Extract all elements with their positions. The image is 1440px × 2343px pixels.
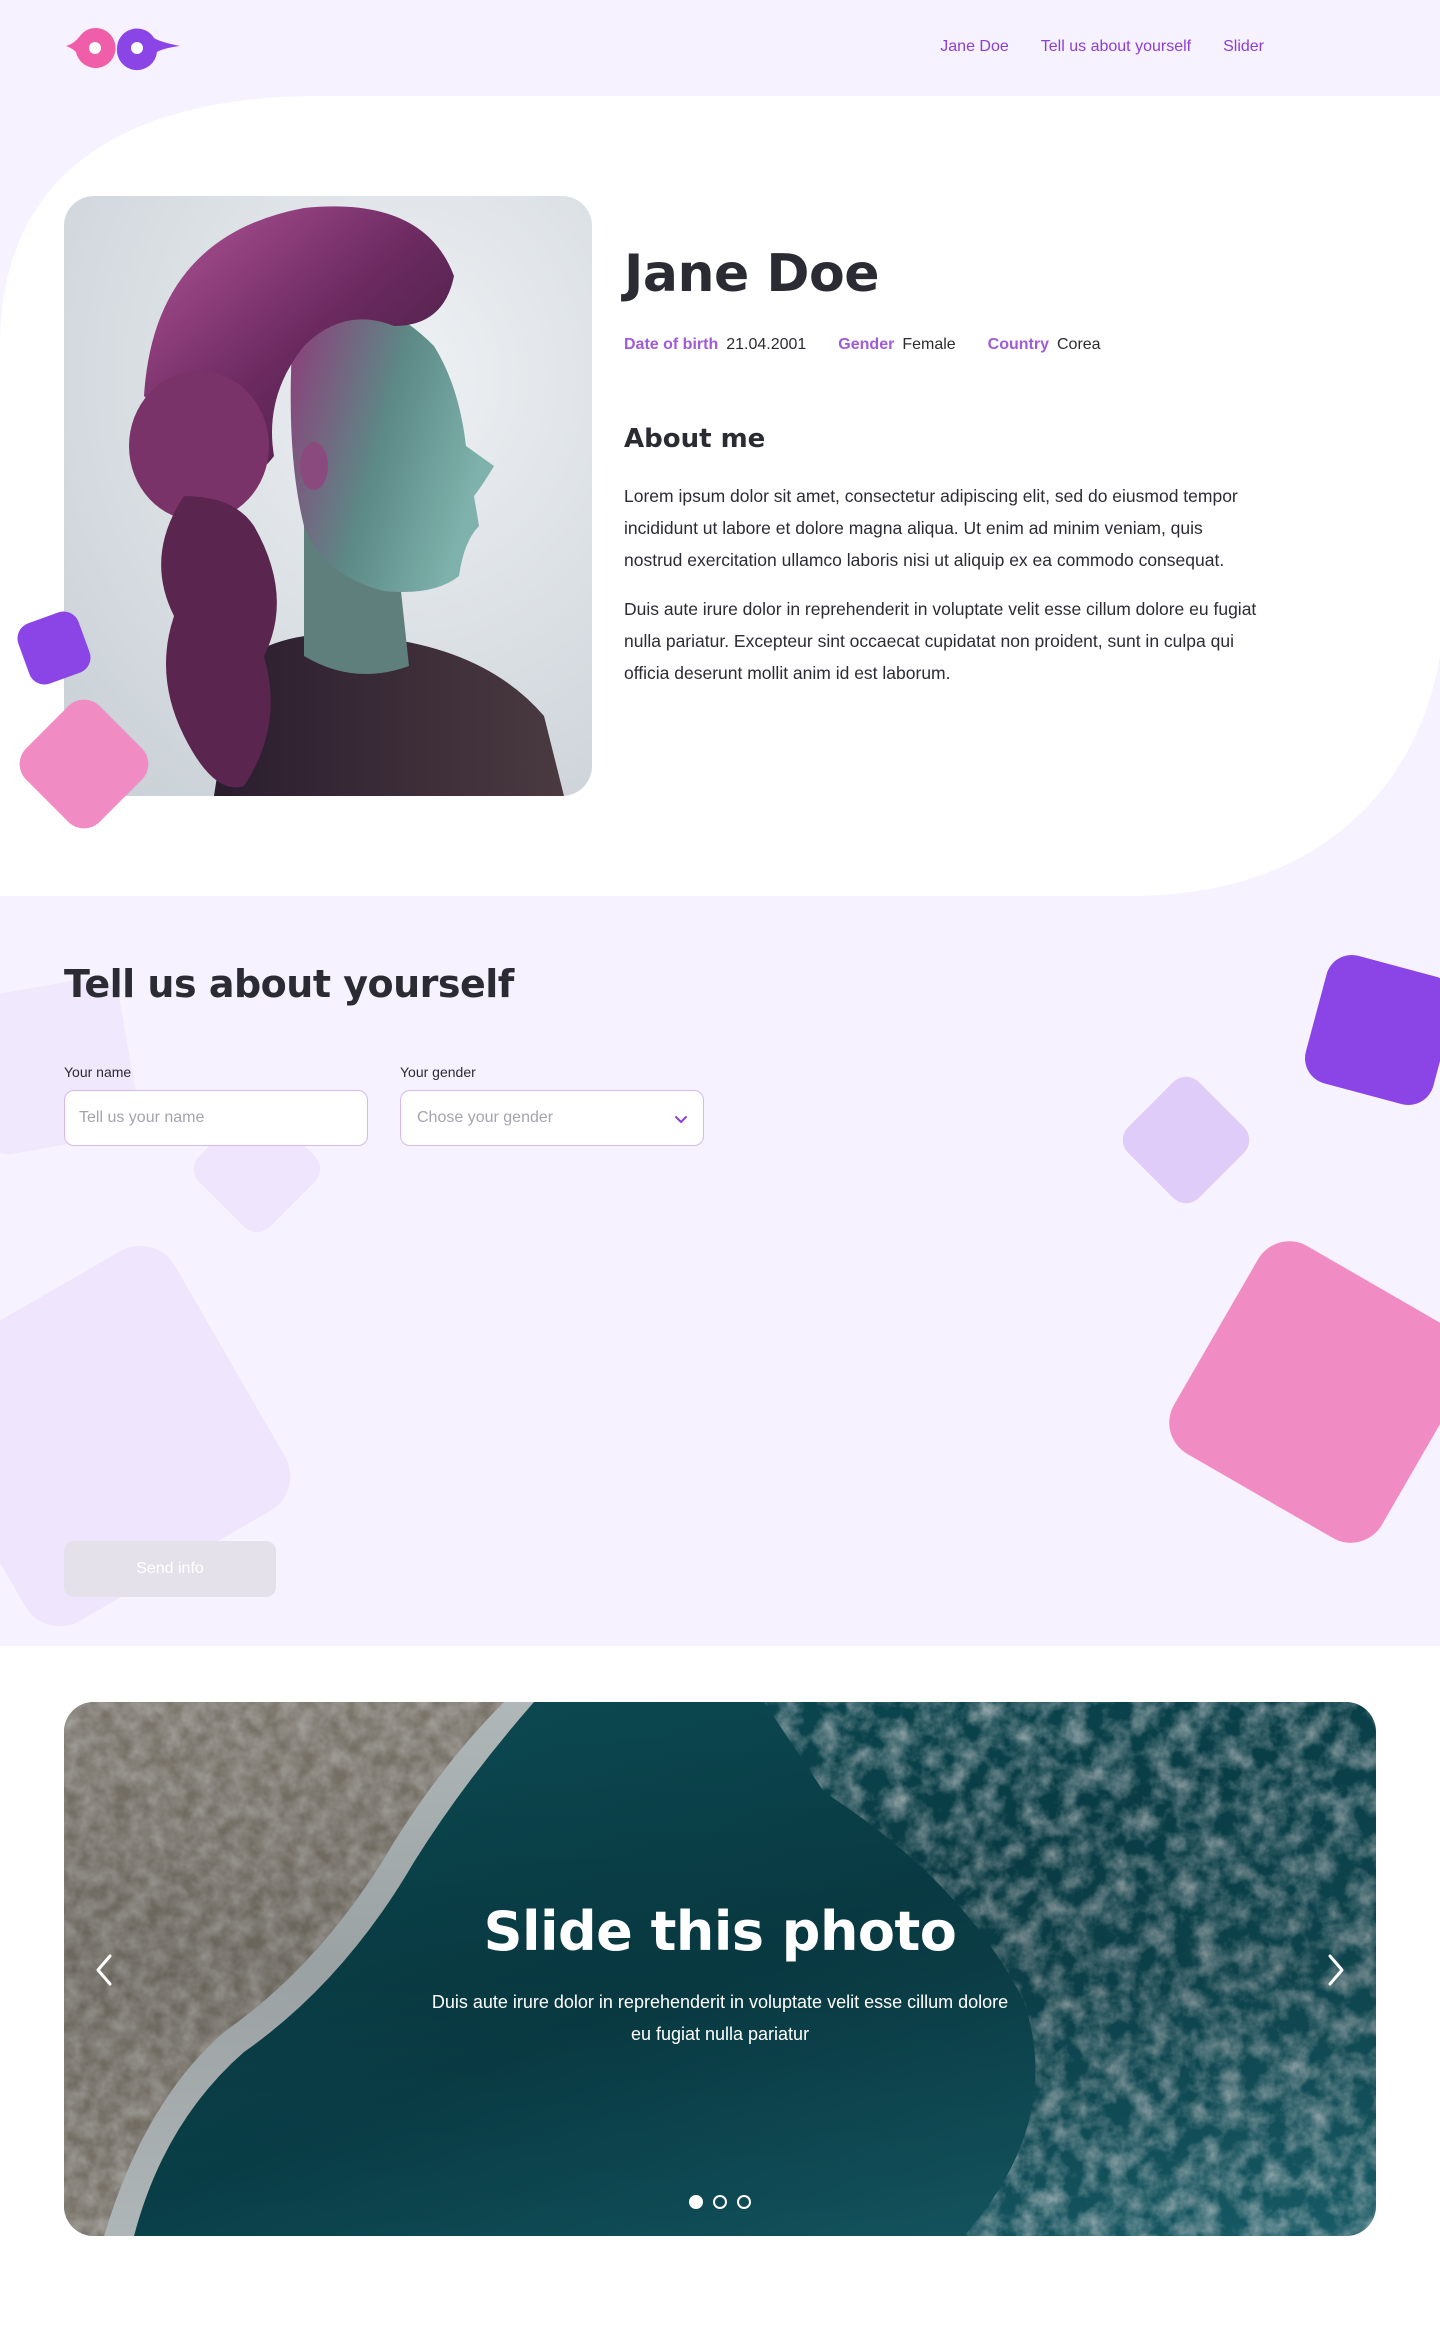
ocean-photo bbox=[64, 1702, 1376, 2236]
meta-value: Female bbox=[902, 336, 956, 353]
name-label: Your name bbox=[64, 1064, 132, 1080]
gender-select-placeholder: Chose your gender bbox=[417, 1109, 554, 1126]
send-info-button[interactable]: Send info bbox=[64, 1541, 276, 1597]
slider-dot[interactable] bbox=[737, 2195, 751, 2209]
logo-icon[interactable] bbox=[64, 26, 182, 72]
photo-slider[interactable]: Slide this photo Duis aute irure dolor i… bbox=[64, 1702, 1376, 2236]
slider-dot[interactable] bbox=[689, 2195, 703, 2209]
about-paragraph: Lorem ipsum dolor sit amet, consectetur … bbox=[624, 486, 1238, 570]
slider-dot[interactable] bbox=[713, 2195, 727, 2209]
meta-gender: Gender Female bbox=[838, 336, 955, 354]
gender-label: Your gender bbox=[400, 1064, 476, 1080]
violet-square-decoration bbox=[17, 611, 91, 685]
meta-value: Corea bbox=[1057, 336, 1101, 353]
form-title: Tell us about yourself bbox=[64, 962, 514, 1006]
profile-meta: Date of birth 21.04.2001 Gender Female C… bbox=[624, 336, 1101, 354]
meta-key: Country bbox=[987, 336, 1049, 353]
nav-link-jane-doe[interactable]: Jane Doe bbox=[940, 38, 1009, 56]
chevron-right-icon[interactable] bbox=[1318, 1948, 1354, 1992]
slide-title: Slide this photo bbox=[483, 1900, 957, 1963]
gender-select[interactable]: Chose your gender bbox=[400, 1090, 704, 1146]
slider-pagination bbox=[64, 2195, 1376, 2209]
chevron-down-icon bbox=[675, 1116, 687, 1123]
about-me-heading: About me bbox=[624, 424, 766, 454]
about-me-text: Lorem ipsum dolor sit amet, consectetur … bbox=[624, 480, 1264, 706]
pink-large-square-decoration bbox=[1169, 1241, 1440, 1543]
top-navigation: Jane Doe Tell us about yourself Slider bbox=[0, 0, 1440, 96]
profile-section: Jane Doe Date of birth 21.04.2001 Gender… bbox=[0, 96, 1440, 896]
meta-key: Gender bbox=[838, 336, 895, 353]
meta-value: 21.04.2001 bbox=[726, 336, 807, 353]
slide-text: Duis aute irure dolor in reprehenderit i… bbox=[431, 1992, 1009, 2044]
violet-square-decoration bbox=[1305, 955, 1440, 1105]
meta-country: Country Corea bbox=[988, 336, 1101, 354]
name-input[interactable] bbox=[64, 1090, 368, 1146]
nav-links: Jane Doe Tell us about yourself Slider bbox=[940, 38, 1264, 56]
about-paragraph: Duis aute irure dolor in reprehenderit i… bbox=[624, 599, 1257, 683]
meta-date-of-birth: Date of birth 21.04.2001 bbox=[624, 336, 806, 354]
nav-link-slider[interactable]: Slider bbox=[1223, 38, 1264, 56]
about-yourself-section: Tell us about yourself Your name Your ge… bbox=[0, 896, 1440, 1646]
meta-key: Date of birth bbox=[624, 336, 719, 353]
nav-link-tell-us[interactable]: Tell us about yourself bbox=[1041, 38, 1191, 56]
profile-name: Jane Doe bbox=[624, 244, 879, 304]
pink-square-decoration bbox=[19, 699, 149, 829]
chevron-left-icon[interactable] bbox=[86, 1948, 122, 1992]
